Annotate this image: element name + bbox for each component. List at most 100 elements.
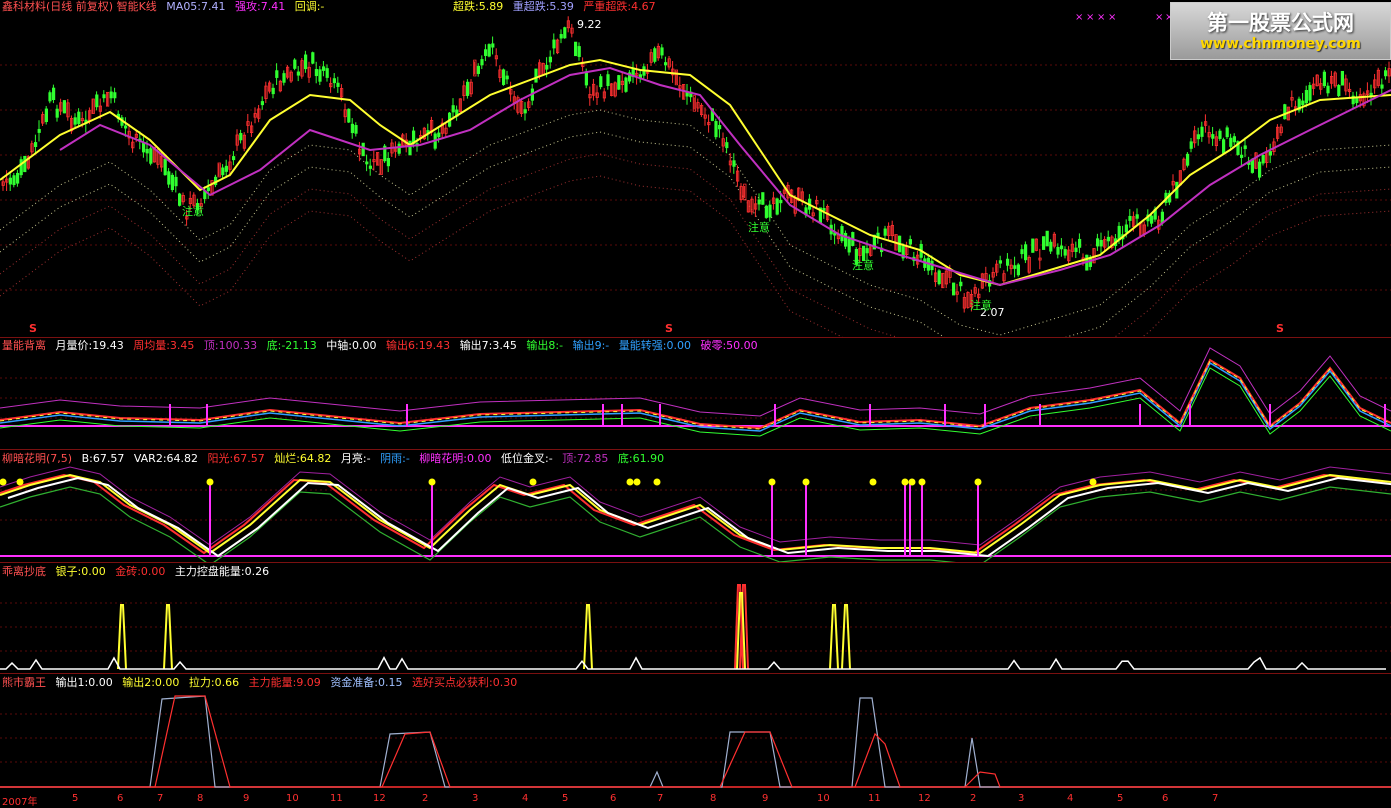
candle (1240, 154, 1244, 158)
candle (1326, 85, 1330, 94)
oversold-header: 超跌:5.89 重超跌:5.39 严重超跌:4.67 (453, 0, 662, 14)
signal-dot (206, 478, 214, 486)
deviation-bottom-pane[interactable]: 乖离抄底 银子:0.00 金砖:0.00 主力控盘能量:0.26 (0, 563, 1391, 673)
panel4-item: 银子:0.00 (55, 565, 106, 578)
candle (998, 260, 1003, 264)
candle (231, 156, 236, 161)
candle (77, 111, 81, 125)
volume-divergence-pane[interactable]: 量能背离 月量价:19.43 周均量:3.45 顶:100.33 底:-21.1… (0, 338, 1391, 449)
signal-dot (901, 478, 909, 486)
candle (1135, 214, 1139, 219)
candle (102, 94, 106, 99)
candle (386, 158, 391, 167)
signal-dot (918, 478, 926, 486)
candle (685, 92, 689, 97)
axis-tick-label: 11 (330, 793, 343, 804)
liuan-huaming-pane[interactable]: 柳暗花明(7,5) B:67.57 VAR2:64.82 阳光:67.57 灿烂… (0, 450, 1391, 562)
panel4-item: 主力控盘能量:0.26 (174, 565, 270, 578)
note-label: 注意 (748, 221, 770, 234)
ma5-label: MA05:7.41 (166, 0, 226, 13)
panel4-item: 金砖:0.00 (115, 565, 166, 578)
axis-tick-label: 8 (710, 793, 717, 804)
candle (275, 70, 279, 78)
candle (725, 142, 729, 149)
candle (109, 91, 113, 99)
bear-market-pane[interactable]: 熊市霸王 输出1:0.00 输出2:0.00 拉力:0.66 主力能量:9.09… (0, 674, 1391, 791)
panel3-item: 阴雨:- (380, 452, 410, 465)
candle (23, 155, 27, 173)
yellow-peak (163, 604, 173, 670)
panel2-title: 量能背离 (2, 339, 46, 352)
candle (1016, 264, 1021, 276)
panel2-item: 量能转强:0.00 (618, 339, 691, 352)
panel3-item: 低位金叉:- (501, 452, 553, 465)
candle (606, 74, 610, 87)
candle (1250, 158, 1254, 173)
candle (1301, 100, 1305, 106)
heavy-oversold-label: 重超跌:5.39 (512, 0, 574, 13)
axis-tick-label: 5 (562, 793, 569, 804)
candle (350, 123, 355, 134)
candle (271, 87, 275, 95)
candle (314, 69, 319, 77)
candle (483, 49, 488, 56)
panel5-item: 选好买点必获利:0.30 (412, 676, 518, 689)
candle (574, 41, 578, 57)
candle (1150, 215, 1154, 224)
cross-mark: × (1097, 12, 1105, 23)
axis-tick-label: 9 (762, 793, 769, 804)
candle (55, 108, 59, 118)
candle (354, 125, 358, 134)
bear-market-chart (0, 695, 1391, 788)
candle (775, 198, 779, 215)
candle (465, 81, 470, 96)
candle (224, 165, 228, 172)
axis-tick-label: 7 (657, 793, 664, 804)
oversold-label: 超跌:5.89 (453, 0, 504, 13)
signal-dot (869, 478, 877, 486)
candle (1078, 238, 1082, 248)
candle (1049, 241, 1053, 252)
candle (1268, 151, 1272, 156)
candle (332, 78, 337, 84)
signal-dot (428, 478, 436, 486)
candle (44, 108, 49, 123)
axis-tick-label: 3 (472, 793, 479, 804)
axis-tick-label: 10 (817, 793, 830, 804)
panel2-item: 输出6:19.43 (385, 339, 451, 352)
signal-dot (626, 478, 634, 486)
axis-tick-label: 12 (918, 793, 931, 804)
candle (523, 109, 527, 114)
candle (1124, 224, 1128, 233)
panel2-item: 底:-21.13 (266, 339, 317, 352)
signal-dot (768, 478, 776, 486)
cross-mark: × (1155, 12, 1163, 23)
top-line (0, 347, 1391, 417)
axis-tick-label: 7 (1212, 793, 1219, 804)
candle (1020, 249, 1024, 255)
candle (1261, 154, 1265, 164)
candle (563, 27, 567, 39)
yellow-peak (117, 604, 127, 670)
panel2-item: 月量价:19.43 (55, 339, 124, 352)
candle (584, 71, 589, 86)
candle (822, 208, 826, 211)
red-line (0, 695, 1391, 788)
candle (282, 73, 286, 83)
panel5-item: 主力能量:9.09 (248, 676, 321, 689)
candle (1337, 85, 1341, 97)
candle (1060, 245, 1064, 250)
cross-mark: × (1108, 12, 1116, 23)
candle (1200, 126, 1204, 137)
candle (52, 87, 56, 101)
candle (480, 59, 484, 66)
panel3-item: VAR2:64.82 (133, 452, 199, 465)
panel5-item: 资金准备:0.15 (330, 676, 403, 689)
pullback-label: 回调:- (294, 0, 325, 13)
main-title: 鑫科材料(日线 前复权) 智能K线 (2, 0, 157, 13)
candle (548, 56, 553, 63)
candle (365, 161, 369, 165)
signal-dot (0, 478, 7, 486)
candle (653, 48, 657, 62)
panel5-header: 熊市霸王 输出1:0.00 输出2:0.00 拉力:0.66 主力能量:9.09… (2, 676, 523, 690)
